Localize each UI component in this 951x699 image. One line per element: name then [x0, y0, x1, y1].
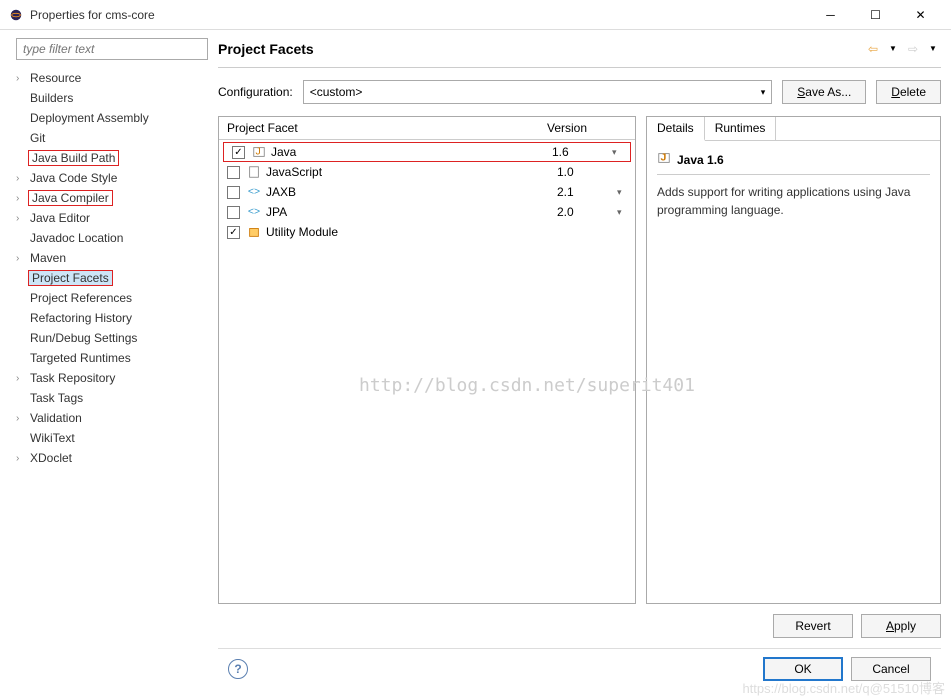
tree-item-java-compiler[interactable]: ›Java Compiler [8, 188, 200, 208]
tree-item-refactoring[interactable]: Refactoring History [8, 308, 200, 328]
tree-item-java-code-style[interactable]: ›Java Code Style [8, 168, 200, 188]
tree-item-targeted-runtimes[interactable]: Targeted Runtimes [8, 348, 200, 368]
tree-item-deployment[interactable]: Deployment Assembly [8, 108, 200, 128]
facet-row-jpa[interactable]: <> JPA 2.0 ▾ [219, 202, 635, 222]
facet-row-utility[interactable]: ✓ Utility Module [219, 222, 635, 242]
facet-row-javascript[interactable]: JavaScript 1.0 [219, 162, 635, 182]
tree-item-validation[interactable]: ›Validation [8, 408, 200, 428]
facet-row-jaxb[interactable]: <> JAXB 2.1 ▾ [219, 182, 635, 202]
maximize-button[interactable]: ☐ [853, 0, 898, 30]
forward-arrow-icon[interactable]: ⇨ [905, 41, 921, 57]
jaxb-icon: <> [246, 184, 262, 200]
java-icon: J [251, 144, 267, 160]
ok-button[interactable]: OK [763, 657, 843, 681]
java-icon: J [657, 151, 671, 168]
delete-button[interactable]: Delete [876, 80, 941, 104]
minimize-button[interactable]: ─ [808, 0, 853, 30]
tree-item-project-facets[interactable]: Project Facets [8, 268, 200, 288]
column-facet[interactable]: Project Facet [227, 121, 547, 135]
tree-item-builders[interactable]: Builders [8, 88, 200, 108]
checkbox-icon[interactable] [227, 186, 240, 199]
details-panel: Details Runtimes J Java 1.6 Adds support… [646, 116, 941, 604]
document-icon [246, 164, 262, 180]
filter-input[interactable] [16, 38, 208, 60]
chevron-down-icon: ▾ [761, 87, 766, 98]
facets-panel: Project Facet Version ✓ J Java 1.6 ▾ Jav… [218, 116, 636, 604]
details-description: Adds support for writing applications us… [657, 183, 930, 219]
save-as-button[interactable]: Save As... [782, 80, 866, 104]
tree-item-git[interactable]: Git [8, 128, 200, 148]
tree-item-project-references[interactable]: Project References [8, 288, 200, 308]
caret-down-icon[interactable]: ▾ [612, 147, 622, 158]
details-title: Java 1.6 [677, 153, 724, 167]
svg-text:<>: <> [248, 206, 260, 218]
tree-item-task-repository[interactable]: ›Task Repository [8, 368, 200, 388]
forward-dropdown-icon[interactable]: ▼ [925, 41, 941, 57]
title-bar: Properties for cms-core ─ ☐ ✕ [0, 0, 951, 30]
checkbox-icon[interactable]: ✓ [232, 146, 245, 159]
apply-button[interactable]: Apply [861, 614, 941, 638]
category-tree: ›Resource Builders Deployment Assembly G… [8, 68, 200, 468]
tab-runtimes[interactable]: Runtimes [705, 117, 777, 140]
caret-down-icon[interactable]: ▾ [617, 187, 627, 198]
facet-row-java[interactable]: ✓ J Java 1.6 ▾ [223, 142, 631, 162]
svg-text:J: J [256, 146, 261, 158]
tree-item-maven[interactable]: ›Maven [8, 248, 200, 268]
cancel-button[interactable]: Cancel [851, 657, 931, 681]
tree-item-java-editor[interactable]: ›Java Editor [8, 208, 200, 228]
caret-down-icon[interactable]: ▾ [617, 207, 627, 218]
eclipse-icon [8, 7, 24, 23]
tab-details[interactable]: Details [647, 117, 705, 141]
svg-text:J: J [661, 152, 667, 164]
tree-item-task-tags[interactable]: Task Tags [8, 388, 200, 408]
tree-item-java-build-path[interactable]: Java Build Path [8, 148, 200, 168]
checkbox-icon[interactable]: ✓ [227, 226, 240, 239]
jar-icon [246, 224, 262, 240]
svg-text:<>: <> [248, 186, 260, 198]
sidebar: ›Resource Builders Deployment Assembly G… [0, 30, 208, 699]
back-dropdown-icon[interactable]: ▼ [885, 41, 901, 57]
window-title: Properties for cms-core [30, 8, 808, 22]
back-arrow-icon[interactable]: ⇦ [865, 41, 881, 57]
tree-item-xdoclet[interactable]: ›XDoclet [8, 448, 200, 468]
checkbox-icon[interactable] [227, 166, 240, 179]
close-button[interactable]: ✕ [898, 0, 943, 30]
tree-item-wikitext[interactable]: WikiText [8, 428, 200, 448]
jpa-icon: <> [246, 204, 262, 220]
configuration-label: Configuration: [218, 85, 293, 99]
watermark-text: http://blog.csdn.net/superit401 [359, 375, 695, 396]
column-version[interactable]: Version [547, 121, 627, 135]
checkbox-icon[interactable] [227, 206, 240, 219]
tree-item-javadoc[interactable]: Javadoc Location [8, 228, 200, 248]
help-icon[interactable]: ? [228, 659, 248, 679]
page-title: Project Facets [218, 41, 865, 57]
tree-item-resource[interactable]: ›Resource [8, 68, 200, 88]
revert-button[interactable]: Revert [773, 614, 853, 638]
configuration-select[interactable]: <custom> ▾ [303, 80, 773, 104]
tree-item-run-debug[interactable]: Run/Debug Settings [8, 328, 200, 348]
